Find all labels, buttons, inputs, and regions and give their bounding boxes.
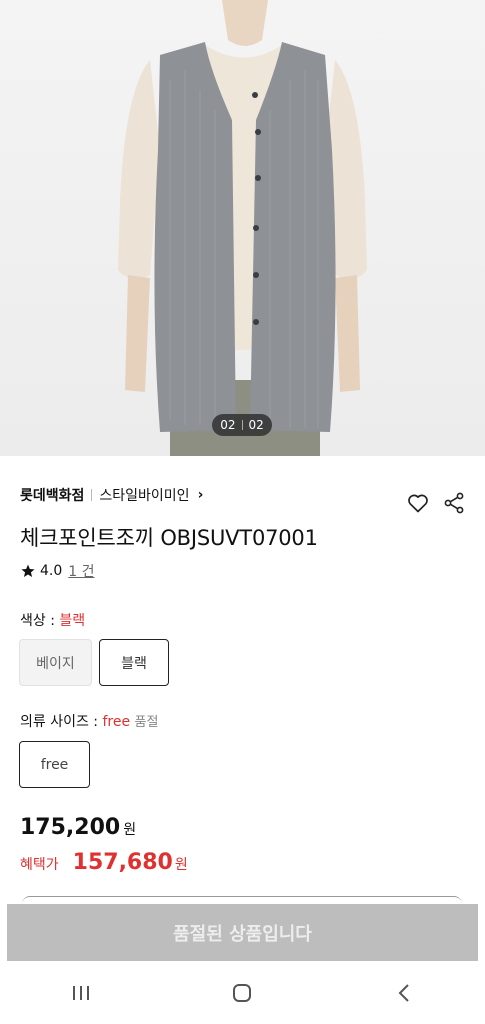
- home-button[interactable]: [222, 973, 262, 1013]
- color-option-label: 색상 : 블랙: [20, 610, 85, 630]
- original-price-currency: 원: [123, 822, 137, 838]
- size-option-label: 의류 사이즈 : free 품절: [20, 711, 158, 731]
- color-label-text: 색상 :: [20, 613, 60, 629]
- brand-divider: [91, 489, 93, 501]
- product-title: 체크포인트조끼 OBJSUVT07001: [20, 526, 318, 550]
- pager-current: 02: [220, 418, 236, 432]
- store-name: 롯데백화점: [20, 488, 85, 504]
- brand-breadcrumb[interactable]: 롯데백화점 스타일바이미인 ›: [20, 485, 203, 505]
- recent-apps-icon: [72, 985, 89, 1000]
- original-price: 175,200 원: [20, 815, 136, 840]
- color-choice-beige[interactable]: 베이지: [19, 639, 92, 686]
- pager-divider: [241, 420, 243, 430]
- back-chevron-icon: [398, 983, 409, 1002]
- pager-total: 02: [248, 418, 264, 432]
- share-button[interactable]: [441, 490, 467, 516]
- system-nav-bar: [0, 961, 485, 1024]
- image-pager: 02 02: [212, 414, 272, 436]
- color-selected-value: 블랙: [59, 613, 86, 629]
- rating-row[interactable]: 4.0 1 건: [20, 561, 95, 581]
- sold-out-button[interactable]: 품절된 상품입니다: [7, 904, 478, 961]
- heart-icon: [408, 494, 428, 513]
- size-label-text: 의류 사이즈 :: [20, 714, 103, 730]
- home-icon: [233, 983, 252, 1002]
- rating-score: 4.0: [40, 563, 63, 579]
- share-icon: [444, 492, 464, 514]
- size-soldout-badge: 품절: [134, 715, 159, 730]
- size-choice-free[interactable]: free: [19, 741, 90, 788]
- benefit-price: 혜택가 157,680 원: [20, 850, 188, 875]
- color-choice-black[interactable]: 블랙: [99, 639, 169, 686]
- chevron-right-icon: ›: [197, 487, 204, 503]
- benefit-price-value: 157,680: [72, 850, 173, 875]
- wishlist-button[interactable]: [405, 490, 431, 516]
- size-selected-value: free: [102, 714, 131, 730]
- benefit-price-currency: 원: [174, 857, 188, 873]
- review-count-link[interactable]: 1 건: [68, 561, 94, 581]
- product-photo: [118, 0, 367, 456]
- product-image[interactable]: 02 02: [0, 0, 485, 456]
- seller-name[interactable]: 스타일바이미인: [99, 485, 189, 505]
- back-button[interactable]: [384, 973, 424, 1013]
- original-price-value: 175,200: [20, 815, 121, 840]
- recent-apps-button[interactable]: [61, 973, 101, 1013]
- benefit-price-label: 혜택가: [20, 857, 59, 873]
- star-icon: [21, 564, 35, 577]
